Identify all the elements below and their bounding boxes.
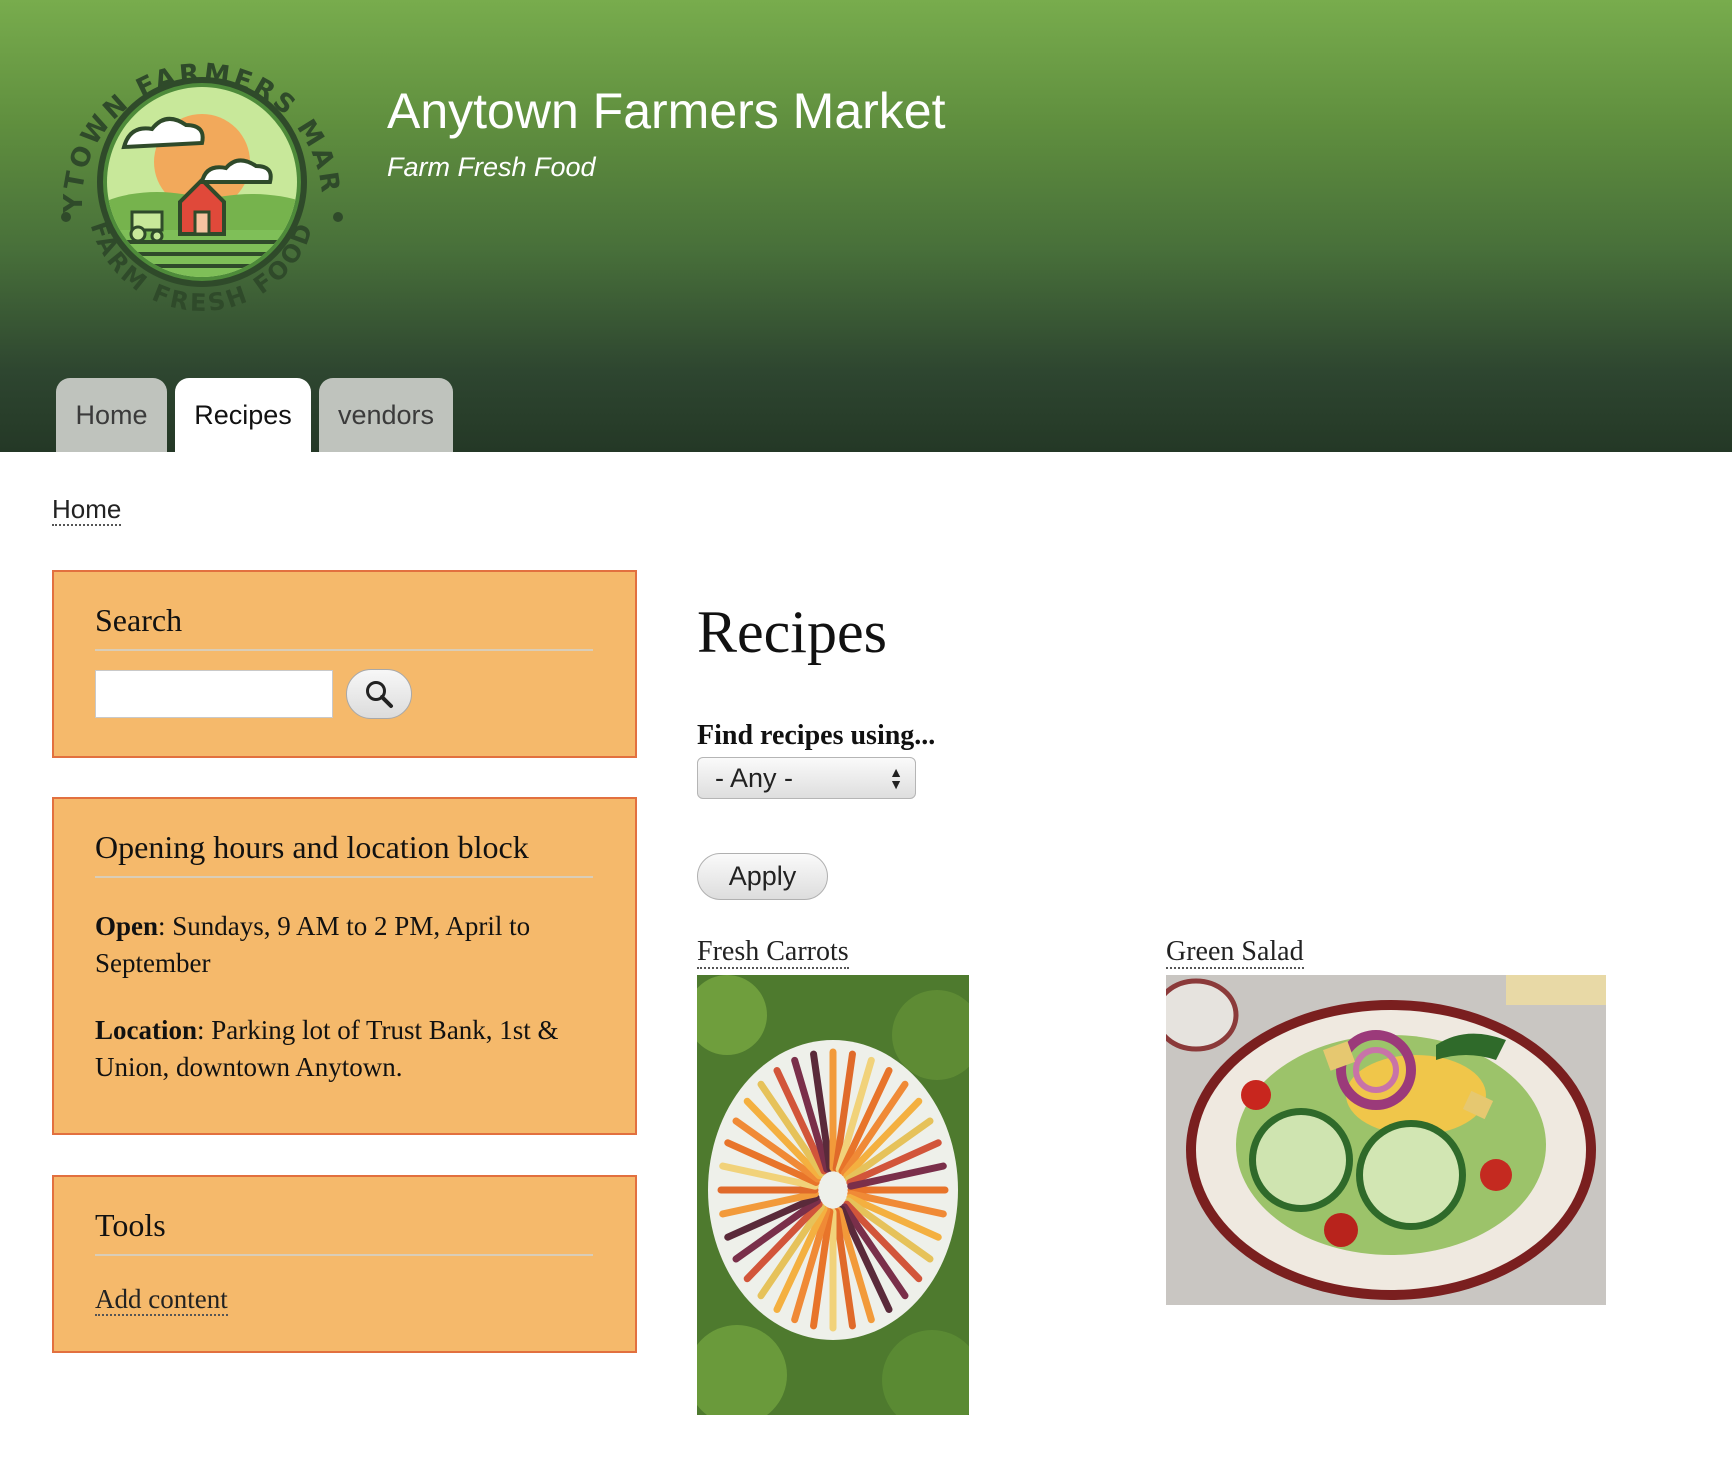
search-input[interactable] — [95, 670, 333, 718]
site-logo[interactable]: ANYTOWN FARMERS MARKET FARM FRESH FOOD — [52, 52, 352, 352]
open-text: : Sundays, 9 AM to 2 PM, April to Septem… — [95, 911, 531, 978]
location-label: Location — [95, 1015, 198, 1045]
ingredient-select[interactable]: - Any - ▲ ▼ — [697, 757, 916, 799]
filter-label: Find recipes using... — [697, 720, 936, 751]
main-nav: Home Recipes vendors — [56, 378, 461, 452]
breadcrumb-home-link[interactable]: Home — [52, 494, 122, 526]
salad-photo[interactable] — [1166, 975, 1606, 1305]
open-label: Open — [95, 911, 159, 941]
recipe-item: Green Salad — [1166, 937, 1606, 1305]
tools-block-title: Tools — [95, 1207, 593, 1256]
search-block-title: Search — [95, 602, 593, 651]
opening-hours-text: Open: Sundays, 9 AM to 2 PM, April to Se… — [95, 908, 593, 982]
ingredient-select-value: - Any - — [715, 762, 794, 793]
add-content-link[interactable]: Add content — [95, 1284, 228, 1316]
location-text: Location: Parking lot of Trust Bank, 1st… — [95, 1012, 593, 1086]
search-button[interactable] — [346, 669, 412, 719]
select-arrows-icon: ▲ ▼ — [889, 764, 903, 792]
site-header: ANYTOWN FARMERS MARKET FARM FRESH FOOD A… — [0, 0, 1732, 452]
search-icon — [366, 681, 393, 708]
opening-hours-block: Opening hours and location block Open: S… — [52, 797, 637, 1135]
search-form — [95, 669, 593, 719]
tools-block: Tools Add content — [52, 1175, 637, 1353]
apply-button[interactable]: Apply — [697, 853, 828, 900]
recipe-title-link[interactable]: Fresh Carrots — [697, 937, 849, 969]
breadcrumb: Home — [52, 494, 122, 526]
opening-hours-title: Opening hours and location block — [95, 829, 593, 878]
tab-vendors[interactable]: vendors — [319, 378, 453, 452]
search-block: Search — [52, 570, 637, 758]
tab-home[interactable]: Home — [56, 378, 167, 452]
site-slogan: Farm Fresh Food — [387, 152, 596, 182]
page-title: Recipes — [697, 599, 887, 665]
recipe-title-link[interactable]: Green Salad — [1166, 937, 1304, 969]
tab-recipes[interactable]: Recipes — [175, 378, 311, 452]
carrots-photo[interactable] — [697, 975, 969, 1415]
recipe-item: Fresh Carrots — [697, 937, 969, 1415]
site-name[interactable]: Anytown Farmers Market — [387, 82, 945, 140]
